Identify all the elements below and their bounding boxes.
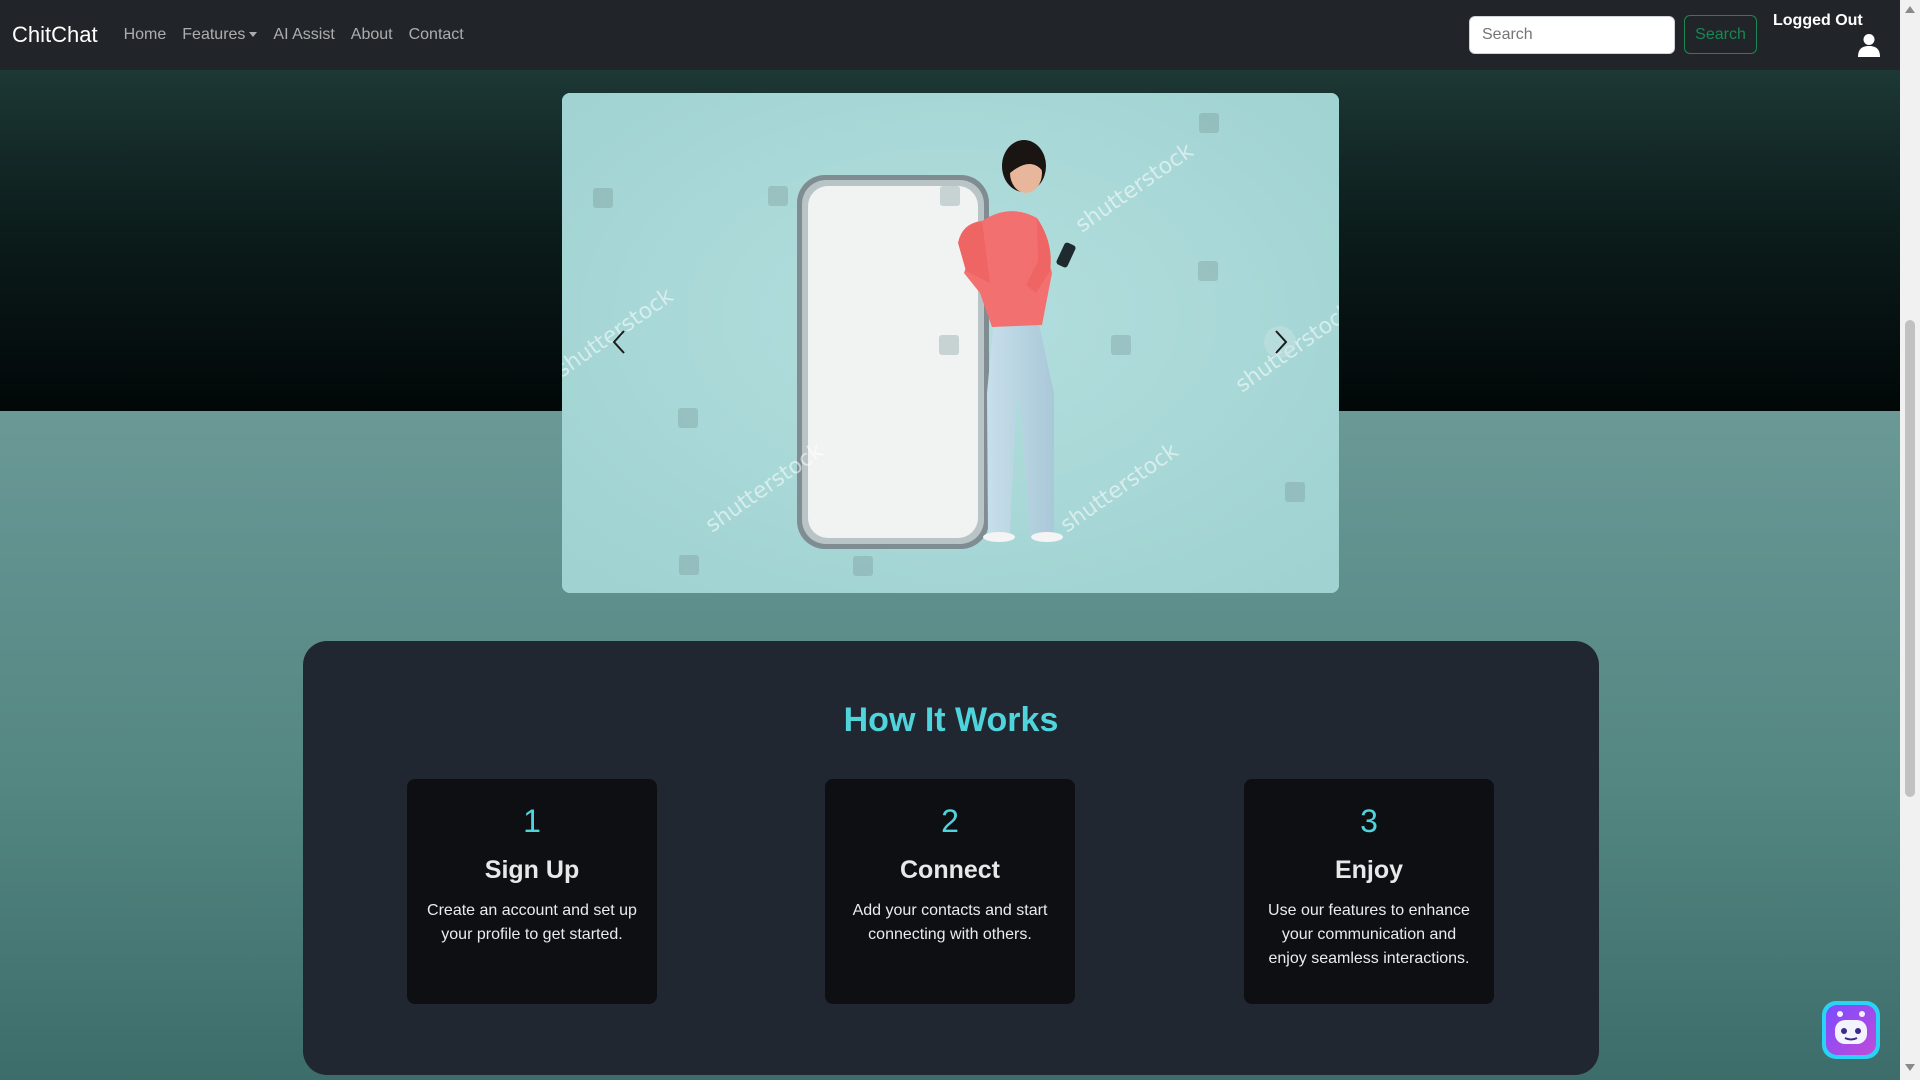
scroll-up-icon[interactable]	[1905, 6, 1915, 13]
scroll-down-icon[interactable]	[1905, 1064, 1915, 1071]
page-scrollbar[interactable]	[1900, 0, 1920, 1080]
scroll-thumb[interactable]	[1905, 320, 1915, 797]
hero-carousel: shutterstock shutterstock shutterstock s…	[562, 93, 1339, 593]
step-description: Add your contacts and start connecting w…	[852, 902, 1048, 943]
carousel-prev-icon[interactable]	[603, 325, 637, 359]
step-title: Sign Up	[484, 856, 580, 884]
step-card-sign-up: 1 Sign Up Create an account and set up y…	[407, 779, 657, 1004]
carousel-next-icon[interactable]	[1263, 325, 1297, 359]
nav-features-label: Features	[182, 26, 246, 43]
how-it-works-section: How It Works 1 Sign Up Create an account…	[303, 641, 1599, 1075]
step-card-connect: 2 Connect Add your contacts and start co…	[825, 779, 1075, 1004]
step-title: Enjoy	[1334, 856, 1404, 884]
nav-features-dropdown[interactable]: Features	[182, 26, 258, 44]
search-input[interactable]	[1469, 16, 1675, 54]
step-number: 1	[523, 803, 541, 839]
robot-chat-icon[interactable]	[1821, 1000, 1881, 1060]
login-status: Logged Out	[1773, 12, 1863, 29]
nav-ai-assist[interactable]: AI Assist	[273, 26, 334, 44]
nav-contact[interactable]: Contact	[409, 26, 464, 44]
how-it-works-title: How It Works	[843, 701, 1059, 739]
step-number: 2	[941, 803, 959, 839]
step-description: Create an account and set up your profil…	[427, 902, 637, 943]
step-number: 3	[1360, 803, 1378, 839]
step-card-enjoy: 3 Enjoy Use our features to enhance your…	[1244, 779, 1494, 1004]
brand-logo[interactable]: ChitChat	[12, 22, 98, 48]
search-button[interactable]: Search	[1684, 15, 1757, 54]
slide-image: shutterstock shutterstock shutterstock s…	[562, 93, 1339, 593]
nav-about[interactable]: About	[351, 26, 393, 44]
user-icon[interactable]	[1858, 33, 1880, 57]
step-title: Connect	[900, 856, 1000, 884]
step-description: Use our features to enhance your communi…	[1268, 902, 1470, 967]
caret-down-icon	[249, 32, 258, 38]
nav-home[interactable]: Home	[124, 26, 167, 44]
